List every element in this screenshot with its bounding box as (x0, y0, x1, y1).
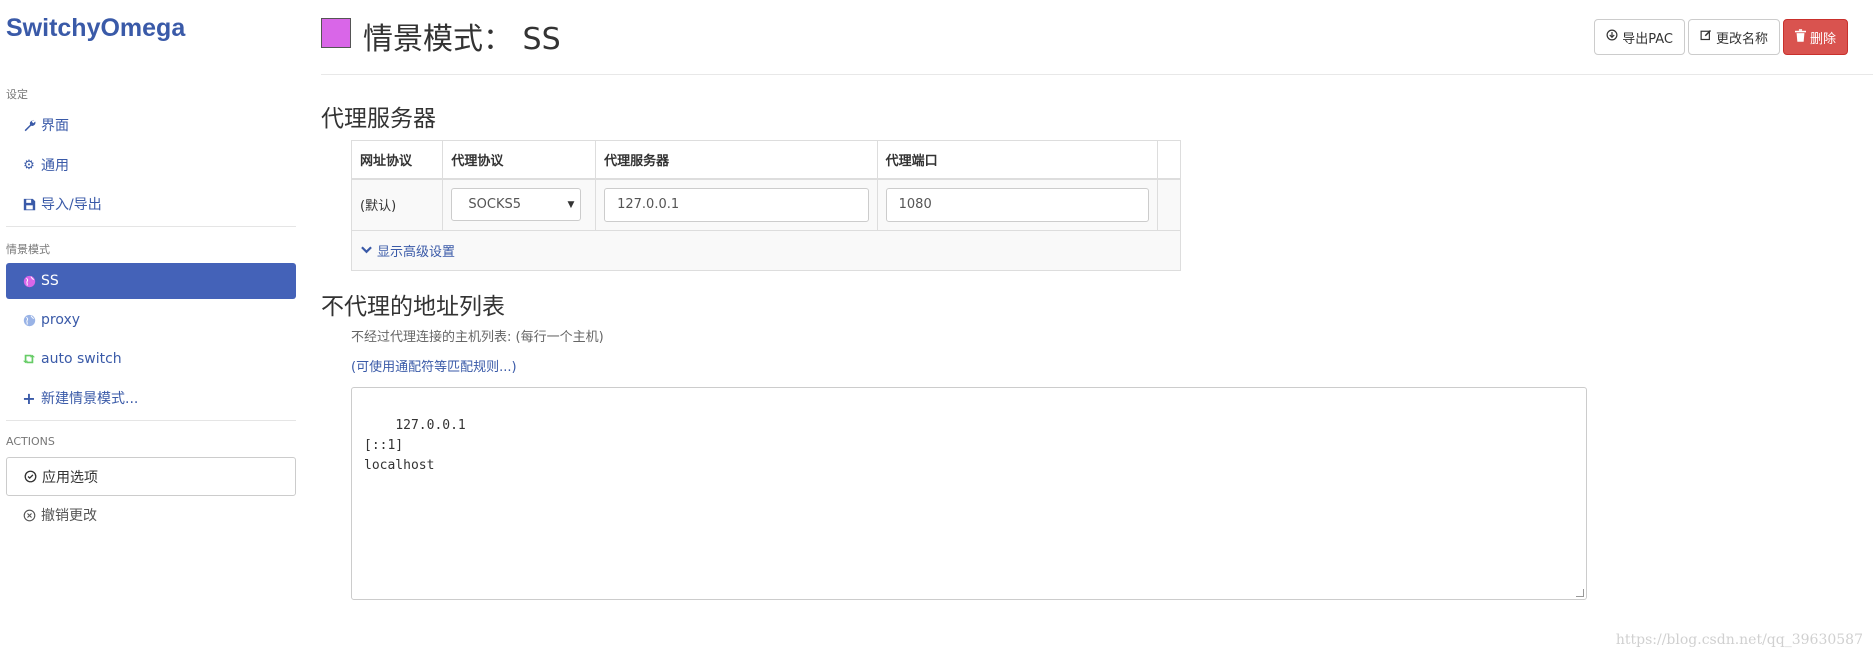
wildcard-rules-link[interactable]: (可使用通配符等匹配规则...) (351, 356, 517, 375)
globe-icon (21, 275, 37, 288)
table-row: 显示高级设置 (351, 230, 1181, 271)
sidebar-item-label: 通用 (41, 158, 69, 174)
sidebar-item-label: 导入/导出 (41, 197, 102, 213)
settings-header: 设定 (6, 88, 28, 101)
header-actions: 导出PAC 更改名称 删除 (1594, 19, 1848, 55)
app-brand[interactable]: SwitchyOmega (6, 14, 185, 43)
proxy-protocol-select[interactable]: SOCKS5 ▼ (451, 188, 582, 222)
advanced-cell: 显示高级设置 (351, 230, 1181, 271)
proxy-server-table: 网址协议 代理协议 代理服务器 代理端口 (默认) SOCKS5 ▼ 127.0… (350, 140, 1181, 271)
sidebar-divider (6, 420, 296, 421)
export-pac-button[interactable]: 导出PAC (1594, 19, 1685, 55)
check-circle-icon (22, 470, 38, 483)
sidebar-item-label: proxy (41, 312, 81, 328)
column-header-protocol: 代理协议 (442, 140, 597, 180)
sidebar-item-label: auto switch (41, 351, 122, 367)
column-header-scheme: 网址协议 (350, 140, 444, 180)
retweet-icon (21, 353, 37, 365)
discard-changes-label: 撤销更改 (41, 508, 97, 524)
proxy-server-input[interactable]: 127.0.0.1 (604, 187, 869, 222)
scheme-cell: (默认) (350, 178, 444, 231)
sidebar-divider (6, 226, 296, 227)
gear-icon: ⚙ (23, 157, 35, 173)
column-header-extra (1157, 140, 1181, 180)
sidebar-item-auto-switch[interactable]: auto switch (6, 341, 296, 377)
proxy-port-input[interactable]: 1080 (885, 187, 1150, 222)
page-title: 情景模式： SS (363, 22, 561, 57)
discard-changes-button[interactable]: 撤销更改 (6, 497, 296, 533)
wrench-icon (21, 119, 37, 132)
table-row: (默认) SOCKS5 ▼ 127.0.0.1 1080 (350, 178, 1181, 231)
proxy-port-value: 1080 (898, 197, 932, 213)
profiles-header: 情景模式 (6, 243, 50, 256)
column-header-port: 代理端口 (876, 140, 1159, 180)
sidebar-item-proxy[interactable]: proxy (6, 302, 296, 338)
rename-button[interactable]: 更改名称 (1687, 19, 1780, 55)
profile-color-swatch[interactable] (321, 18, 351, 48)
header-divider (321, 74, 1873, 75)
port-cell: 1080 (876, 178, 1159, 231)
export-pac-label: 导出PAC (1622, 31, 1673, 47)
actions-header: ACTIONS (6, 435, 55, 448)
sidebar-item-label: SS (41, 273, 59, 289)
delete-label: 删除 (1809, 31, 1836, 47)
sidebar-item-label: 新建情景模式... (41, 391, 139, 407)
proxy-protocol-value: SOCKS5 (468, 197, 522, 213)
sidebar-item-new-profile[interactable]: + 新建情景模式... (6, 380, 296, 416)
main-content: 情景模式： SS 导出PAC 更改名称 删除 代理服务器 网址协议 代理协议 代… (321, 0, 1873, 663)
server-cell: 127.0.0.1 (595, 178, 878, 231)
delete-button[interactable]: 删除 (1782, 19, 1848, 55)
edit-icon (1700, 29, 1712, 45)
proxy-server-value: 127.0.0.1 (617, 197, 680, 213)
sidebar: SwitchyOmega 设定 界面 ⚙ 通用 导入/导出 情景模式 SS pr… (0, 0, 302, 663)
dropdown-caret-icon: ▼ (567, 199, 575, 210)
show-advanced-label: 显示高级设置 (377, 245, 456, 260)
floppy-icon (21, 198, 37, 211)
resize-handle[interactable] (1576, 589, 1584, 597)
proxy-section-title: 代理服务器 (321, 106, 436, 132)
sidebar-item-ss[interactable]: SS (6, 263, 296, 299)
bypass-section-title: 不代理的地址列表 (321, 294, 505, 320)
plus-icon: + (22, 388, 36, 408)
close-circle-icon (21, 509, 37, 522)
download-icon (1606, 29, 1618, 45)
sidebar-item-general[interactable]: ⚙ 通用 (6, 147, 296, 183)
extra-cell (1157, 178, 1181, 231)
chevron-down-icon (361, 243, 372, 258)
bypass-help-text: 不经过代理连接的主机列表: (每行一个主机) (351, 330, 604, 345)
sidebar-item-import-export[interactable]: 导入/导出 (6, 186, 296, 222)
watermark: https://blog.csdn.net/qq_39630587 (1615, 632, 1863, 648)
apply-options-label: 应用选项 (42, 469, 98, 486)
apply-options-button[interactable]: 应用选项 (6, 457, 296, 496)
trash-icon (1794, 28, 1806, 46)
column-header-server: 代理服务器 (595, 140, 878, 180)
sidebar-item-label: 界面 (41, 118, 69, 134)
show-advanced-link[interactable]: 显示高级设置 (360, 241, 455, 260)
sidebar-item-interface[interactable]: 界面 (6, 107, 296, 143)
rename-label: 更改名称 (1715, 31, 1768, 47)
globe-icon (21, 314, 37, 327)
protocol-cell: SOCKS5 ▼ (442, 178, 597, 231)
bypass-list-content: 127.0.0.1 [::1] localhost (364, 418, 466, 473)
bypass-list-textarea[interactable]: 127.0.0.1 [::1] localhost (351, 387, 1587, 600)
